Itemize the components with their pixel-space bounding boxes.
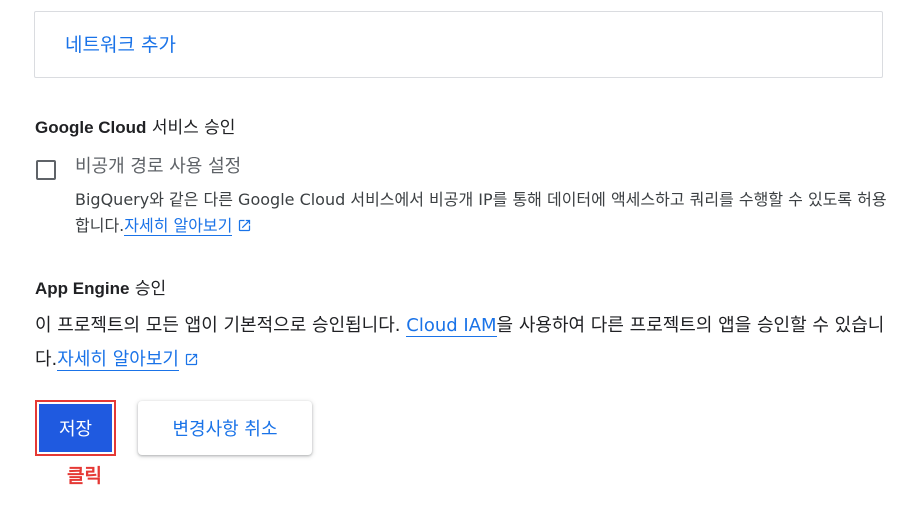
page: 네트워크 추가 Google Cloud 서비스 승인 비공개 경로 사용 설정… [0,0,912,506]
private-path-checkbox-label[interactable]: 비공개 경로 사용 설정 [75,155,241,179]
add-network-link[interactable]: 네트워크 추가 [65,33,176,57]
private-path-description: BigQuery와 같은 다른 Google Cloud 서비스에서 비공개 I… [75,187,890,239]
app-engine-title-en: App Engine [35,279,130,298]
google-cloud-title-ko: 서비스 승인 [146,118,236,138]
app-engine-description-part1: 이 프로젝트의 모든 앱이 기본적으로 승인됩니다. [35,315,407,336]
click-annotation: 클릭 [67,465,102,487]
app-engine-description: 이 프로젝트의 모든 앱이 기본적으로 승인됩니다. Cloud IAM을 사용… [35,309,895,377]
discard-changes-button[interactable]: 변경사항 취소 [138,401,312,455]
save-button-label[interactable]: 저장 [39,404,112,452]
app-engine-title-ko: 승인 [129,279,167,299]
app-engine-learn-more-link[interactable]: 자세히 알아보기 [57,349,179,371]
google-cloud-title-en: Google Cloud [35,118,147,137]
add-network-panel: 네트워크 추가 [34,11,883,78]
private-path-learn-more-link[interactable]: 자세히 알아보기 [124,216,233,236]
app-engine-section-title: App Engine 승인 [35,278,166,300]
google-cloud-section-title: Google Cloud 서비스 승인 [35,117,235,139]
save-button[interactable]: 저장 [35,400,116,456]
external-link-icon[interactable] [184,352,199,367]
external-link-icon[interactable] [237,218,252,233]
private-path-checkbox[interactable] [36,160,56,180]
cloud-iam-link[interactable]: Cloud IAM [406,315,497,337]
